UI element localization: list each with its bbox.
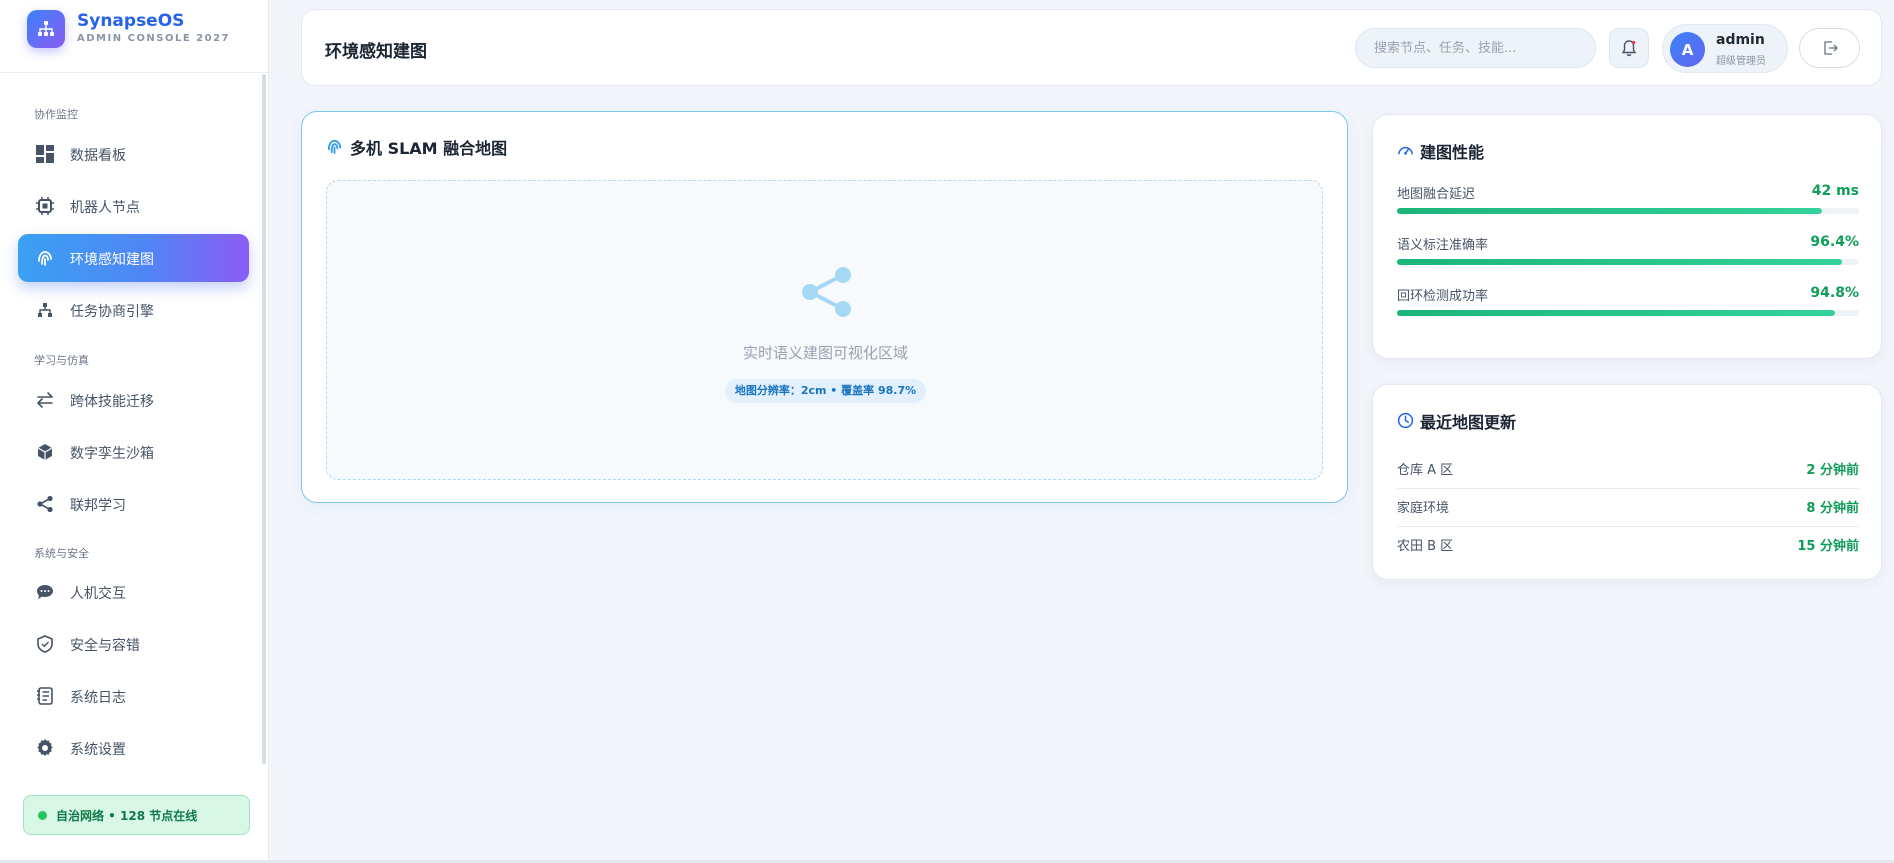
- metric-label: 回环检测成功率: [1397, 289, 1489, 304]
- logout-button[interactable]: [1799, 28, 1860, 68]
- network-status-text: 自治网络 • 128 节点在线: [56, 809, 198, 823]
- sidebar-item-label: 环境感知建图: [70, 252, 154, 268]
- user-menu[interactable]: A admin 超级管理员: [1662, 24, 1788, 73]
- gauge-icon: [1398, 146, 1413, 155]
- sidebar-item-logs[interactable]: 系统日志: [18, 672, 249, 720]
- brand-logo-icon[interactable]: [27, 10, 65, 48]
- shield-icon: [35, 634, 55, 654]
- metric-progress-track: [1397, 310, 1859, 316]
- brand: SynapseOS ADMIN CONSOLE 2027: [0, 0, 268, 73]
- update-time: 8 分钟前: [1806, 501, 1859, 516]
- sidebar-item-federated[interactable]: 联邦学习: [18, 480, 249, 528]
- user-name: admin: [1716, 32, 1765, 48]
- sidebar-item-label: 数字孪生沙箱: [70, 446, 154, 462]
- metric-progress-track: [1397, 259, 1859, 265]
- sidebar-item-settings[interactable]: 系统设置: [18, 724, 249, 772]
- bell-icon: [1621, 40, 1637, 57]
- log-book-icon: [35, 686, 55, 706]
- sidebar-nav: 协作监控 数据看板 机器人节点 环境感知建图 任务协商引擎 学习与仿真 跨体技能…: [0, 74, 262, 780]
- sidebar-item-robot-nodes[interactable]: 机器人节点: [18, 182, 249, 230]
- metric-progress-track: [1397, 208, 1859, 214]
- map-visualization-area[interactable]: 实时语义建图可视化区域 地图分辨率：2cm • 覆盖率 98.7%: [326, 180, 1323, 480]
- sidebar-item-dashboard[interactable]: 数据看板: [18, 130, 249, 178]
- update-area-name: 仓库 A 区: [1397, 463, 1454, 478]
- share-nodes-icon: [802, 267, 851, 317]
- cube-icon: [35, 442, 55, 462]
- sidebar-scrollbar[interactable]: [262, 74, 266, 764]
- dashboard-icon: [35, 144, 55, 164]
- network-status-badge: 自治网络 • 128 节点在线: [23, 795, 250, 835]
- metric-label: 地图融合延迟: [1397, 187, 1476, 202]
- fingerprint-icon: [327, 139, 342, 155]
- metric-value: 94.8%: [1810, 285, 1859, 301]
- chat-bubble-icon: [35, 582, 55, 602]
- updates-title: 最近地图更新: [1420, 413, 1517, 432]
- brand-subtitle: ADMIN CONSOLE 2027: [77, 33, 230, 44]
- metric-value: 96.4%: [1810, 234, 1859, 250]
- update-time: 15 分钟前: [1797, 539, 1859, 554]
- metric-fusion-latency: 地图融合延迟 42 ms: [1397, 183, 1859, 227]
- update-area-name: 家庭环境: [1397, 501, 1450, 516]
- metric-progress-fill: [1397, 208, 1823, 214]
- metric-semantic-accuracy: 语义标注准确率 96.4%: [1397, 234, 1859, 278]
- sidebar-item-label: 系统设置: [70, 742, 126, 758]
- sidebar-item-label: 跨体技能迁移: [70, 394, 154, 410]
- section-label-collab: 协作监控: [34, 108, 78, 121]
- sidebar-item-skill-transfer[interactable]: 跨体技能迁移: [18, 376, 249, 424]
- brand-name: SynapseOS: [77, 11, 185, 31]
- sidebar: SynapseOS ADMIN CONSOLE 2027 协作监控 数据看板 机…: [0, 0, 269, 863]
- sidebar-item-label: 联邦学习: [70, 498, 126, 514]
- gear-icon: [35, 738, 55, 758]
- sidebar-item-label: 系统日志: [70, 690, 126, 706]
- sidebar-item-env-mapping[interactable]: 环境感知建图: [18, 234, 249, 282]
- page-title: 环境感知建图: [325, 42, 427, 62]
- share-nodes-icon: [35, 494, 55, 514]
- metric-loop-closure: 回环检测成功率 94.8%: [1397, 285, 1859, 329]
- slam-map-panel: 多机 SLAM 融合地图 实时语义建图可视化区域 地图分辨率：2cm • 覆盖率…: [301, 111, 1348, 503]
- sidebar-item-label: 数据看板: [70, 148, 126, 164]
- user-role: 超级管理员: [1716, 56, 1766, 67]
- sidebar-item-label: 人机交互: [70, 586, 126, 602]
- sidebar-item-hci[interactable]: 人机交互: [18, 568, 249, 616]
- sidebar-item-label: 机器人节点: [70, 200, 140, 216]
- sidebar-item-security[interactable]: 安全与容错: [18, 620, 249, 668]
- list-item[interactable]: 农田 B 区 15 分钟前: [1397, 527, 1859, 565]
- map-resolution-badge: 地图分辨率：2cm • 覆盖率 98.7%: [725, 379, 926, 403]
- fingerprint-icon: [35, 248, 55, 268]
- metric-progress-fill: [1397, 259, 1843, 265]
- map-panel-title: 多机 SLAM 融合地图: [350, 139, 508, 158]
- mapping-performance-card: 建图性能 地图融合延迟 42 ms 语义标注准确率 96.4% 回环检测成功率 …: [1372, 114, 1882, 359]
- metric-progress-fill: [1397, 310, 1835, 316]
- performance-title: 建图性能: [1420, 143, 1485, 162]
- swap-arrows-icon: [35, 390, 55, 410]
- chip-icon: [35, 196, 55, 216]
- top-header: 环境感知建图 A admin 超级管理员: [301, 9, 1882, 86]
- metric-value: 42 ms: [1811, 183, 1859, 199]
- logout-icon: [1823, 41, 1838, 55]
- update-time: 2 分钟前: [1806, 463, 1859, 478]
- app-root: SynapseOS ADMIN CONSOLE 2027 协作监控 数据看板 机…: [0, 0, 1894, 863]
- metric-label: 语义标注准确率: [1397, 238, 1489, 253]
- avatar: A: [1670, 32, 1705, 67]
- section-label-learning: 学习与仿真: [34, 354, 89, 367]
- clock-icon: [1397, 412, 1414, 429]
- update-area-name: 农田 B 区: [1397, 539, 1454, 554]
- sitemap-icon: [35, 300, 55, 320]
- recent-map-updates-card: 最近地图更新 仓库 A 区 2 分钟前 家庭环境 8 分钟前 农田 B 区 15…: [1372, 384, 1882, 580]
- sidebar-item-label: 任务协商引擎: [70, 304, 154, 320]
- status-dot-icon: [38, 811, 47, 820]
- section-label-system: 系统与安全: [34, 547, 89, 560]
- sidebar-item-label: 安全与容错: [70, 638, 140, 654]
- sidebar-item-task-engine[interactable]: 任务协商引擎: [18, 286, 249, 334]
- list-item[interactable]: 仓库 A 区 2 分钟前: [1397, 451, 1859, 489]
- list-item[interactable]: 家庭环境 8 分钟前: [1397, 489, 1859, 527]
- sidebar-item-digital-twin[interactable]: 数字孪生沙箱: [18, 428, 249, 476]
- search-input[interactable]: [1355, 28, 1596, 68]
- map-placeholder-caption: 实时语义建图可视化区域: [742, 344, 908, 362]
- notification-button[interactable]: [1609, 28, 1649, 68]
